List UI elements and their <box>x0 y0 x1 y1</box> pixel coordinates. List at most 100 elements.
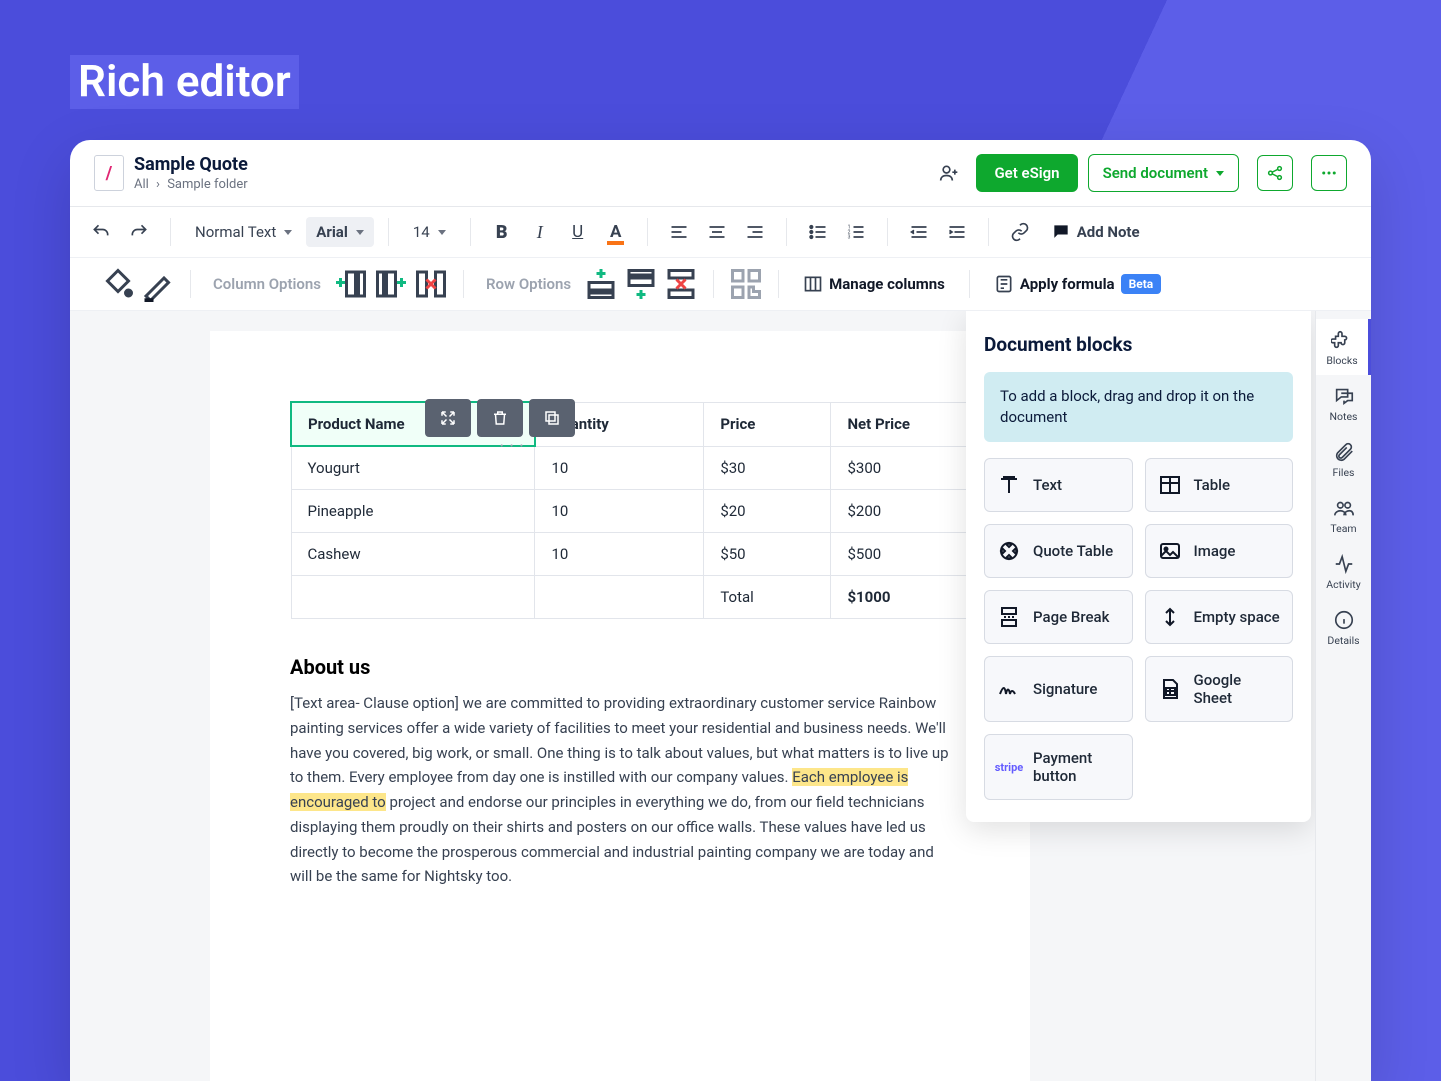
more-options-button[interactable] <box>1311 155 1347 191</box>
quote-table-icon <box>997 539 1021 563</box>
quote-table[interactable]: Product Name Quantity Price Net Price Yo… <box>290 401 1010 619</box>
duplicate-table-button[interactable] <box>529 399 575 437</box>
activity-icon <box>1333 553 1355 575</box>
empty-space-icon <box>1158 605 1182 629</box>
send-document-label: Send document <box>1103 164 1208 182</box>
align-left-button[interactable] <box>662 215 696 249</box>
svg-text:3: 3 <box>847 235 850 241</box>
send-document-button[interactable]: Send document <box>1088 154 1239 192</box>
block-table[interactable]: Table <box>1145 458 1294 512</box>
hero-title: Rich editor <box>70 55 299 107</box>
table-row: Pineapple10$20$200 <box>291 490 1010 533</box>
blocks-grid: Text Table Quote Table Image Page Break … <box>984 458 1293 800</box>
table-toolbar: Column Options Row Options Manage column… <box>70 258 1371 311</box>
block-signature[interactable]: Signature <box>984 656 1133 722</box>
share-button[interactable] <box>1257 155 1293 191</box>
chevron-right-icon: › <box>156 177 160 192</box>
add-person-icon[interactable] <box>932 156 966 190</box>
doc-title-block: Sample Quote All › Sample folder <box>134 154 248 192</box>
italic-button[interactable]: I <box>523 215 557 249</box>
about-paragraph[interactable]: [Text area- Clause option] we are commit… <box>290 691 950 889</box>
manage-columns-button[interactable]: Manage columns <box>793 268 955 300</box>
breadcrumb-root[interactable]: All <box>134 177 149 192</box>
text-color-button[interactable]: A <box>599 215 633 249</box>
bullet-list-button[interactable] <box>801 215 835 249</box>
get-esign-button[interactable]: Get eSign <box>976 154 1077 192</box>
rail-team[interactable]: Team <box>1316 487 1371 543</box>
block-image[interactable]: Image <box>1145 524 1294 578</box>
rail-blocks[interactable]: Blocks <box>1316 319 1371 375</box>
block-payment-button[interactable]: stripePayment button <box>984 734 1133 800</box>
block-page-break[interactable]: Page Break <box>984 590 1133 644</box>
numbered-list-button[interactable]: 123 <box>839 215 873 249</box>
breadcrumb[interactable]: All › Sample folder <box>134 177 248 192</box>
about-heading[interactable]: About us <box>290 655 1030 679</box>
document-canvas: • • • Product Name Quantity Price Net Pr… <box>70 311 1371 1081</box>
formatting-toolbar: Normal Text Arial 14 B I U A 123 Add Not… <box>70 207 1371 258</box>
fill-color-button[interactable] <box>100 266 136 302</box>
bold-button[interactable]: B <box>485 215 519 249</box>
signature-icon <box>997 677 1021 701</box>
undo-button[interactable] <box>84 215 118 249</box>
paperclip-icon <box>1333 441 1355 463</box>
drag-handle-icon[interactable]: • • • <box>500 441 525 452</box>
align-right-button[interactable] <box>738 215 772 249</box>
redo-button[interactable] <box>122 215 156 249</box>
page-break-icon <box>997 605 1021 629</box>
row-options-label[interactable]: Row Options <box>478 275 579 293</box>
indent-button[interactable] <box>940 215 974 249</box>
header-actions: Get eSign Send document <box>932 154 1347 192</box>
document-title: Sample Quote <box>134 154 248 175</box>
rail-details[interactable]: Details <box>1316 599 1371 655</box>
table-total-row: Total$1000 <box>291 576 1010 619</box>
qr-code-button[interactable] <box>728 266 764 302</box>
underline-button[interactable]: U <box>561 215 595 249</box>
text-icon <box>997 473 1021 497</box>
apply-formula-button[interactable]: Apply formula Beta <box>984 268 1171 300</box>
add-note-button[interactable]: Add Note <box>1041 216 1150 248</box>
table-row: Yougurt10$30$300 <box>291 446 1010 490</box>
font-family-select[interactable]: Arial <box>306 217 374 247</box>
rail-notes[interactable]: Notes <box>1316 375 1371 431</box>
insert-link-button[interactable] <box>1003 215 1037 249</box>
stripe-icon: stripe <box>997 755 1021 779</box>
info-icon <box>1333 609 1355 631</box>
team-icon <box>1333 497 1355 519</box>
text-style-select[interactable]: Normal Text <box>185 217 302 247</box>
block-quote-table[interactable]: Quote Table <box>984 524 1133 578</box>
rail-files[interactable]: Files <box>1316 431 1371 487</box>
block-google-sheet[interactable]: Google Sheet <box>1145 656 1294 722</box>
google-sheet-icon <box>1158 677 1182 701</box>
delete-table-button[interactable] <box>477 399 523 437</box>
breadcrumb-folder[interactable]: Sample folder <box>167 177 248 192</box>
right-rail: Blocks Notes Files Team Activity Details <box>1315 311 1371 1081</box>
puzzle-icon <box>1331 329 1353 351</box>
block-text[interactable]: Text <box>984 458 1133 512</box>
chevron-down-icon <box>1216 171 1224 176</box>
delete-column-button[interactable] <box>413 266 449 302</box>
delete-row-button[interactable] <box>663 266 699 302</box>
image-icon <box>1158 539 1182 563</box>
document-file-icon: / <box>94 155 124 191</box>
table-row: Cashew10$50$500 <box>291 533 1010 576</box>
insert-column-right-button[interactable] <box>373 266 409 302</box>
blocks-panel-hint: To add a block, drag and drop it on the … <box>984 372 1293 442</box>
outdent-button[interactable] <box>902 215 936 249</box>
block-empty-space[interactable]: Empty space <box>1145 590 1294 644</box>
column-options-label[interactable]: Column Options <box>205 275 329 293</box>
table-header-cell[interactable]: Price <box>704 402 831 446</box>
expand-table-button[interactable] <box>425 399 471 437</box>
beta-badge: Beta <box>1121 274 1162 294</box>
table-icon <box>1158 473 1182 497</box>
document-page[interactable]: Product Name Quantity Price Net Price Yo… <box>210 331 1030 1081</box>
align-center-button[interactable] <box>700 215 734 249</box>
insert-column-left-button[interactable] <box>333 266 369 302</box>
font-size-select[interactable]: 14 <box>403 217 456 247</box>
table-floating-tools <box>425 399 575 437</box>
app-window: / Sample Quote All › Sample folder Get e… <box>70 140 1371 1081</box>
notes-icon <box>1333 385 1355 407</box>
border-color-button[interactable] <box>140 266 176 302</box>
insert-row-below-button[interactable] <box>623 266 659 302</box>
insert-row-above-button[interactable] <box>583 266 619 302</box>
rail-activity[interactable]: Activity <box>1316 543 1371 599</box>
